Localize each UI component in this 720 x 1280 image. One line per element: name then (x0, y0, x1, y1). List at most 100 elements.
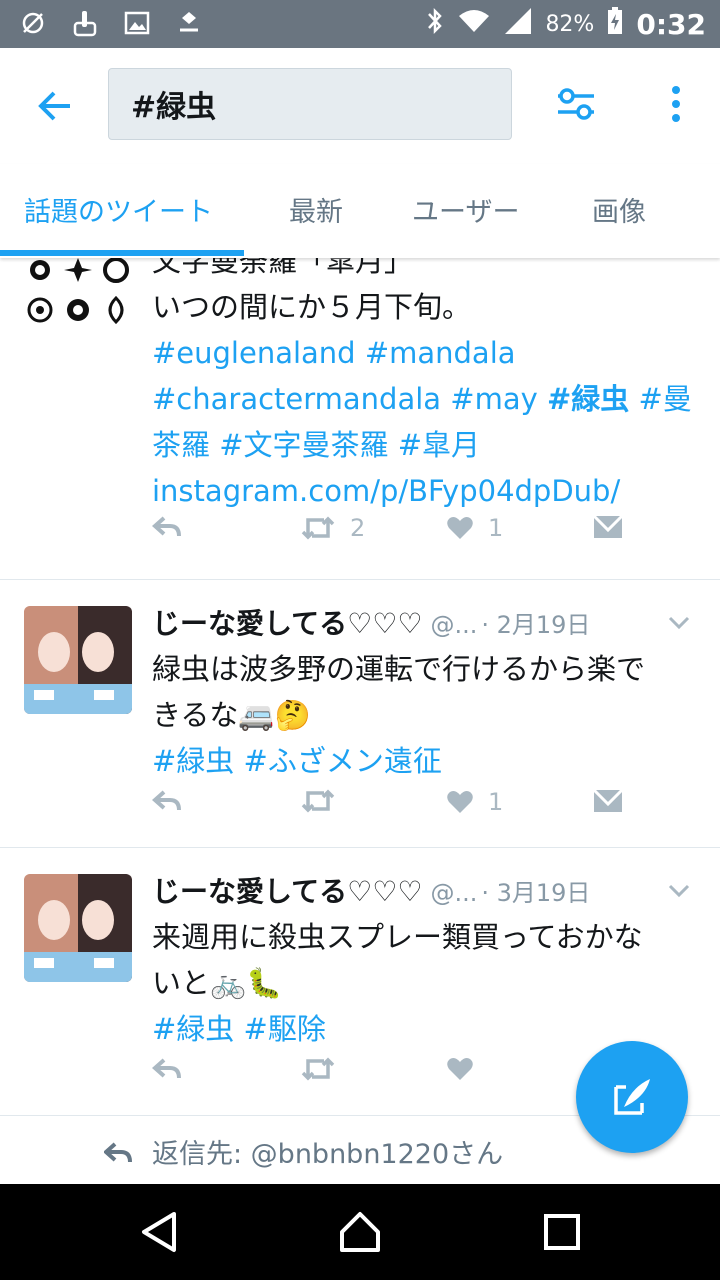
retweet-button[interactable]: 2 (300, 514, 365, 542)
nav-home-button[interactable] (336, 1208, 384, 1256)
direct-message-button[interactable] (592, 514, 624, 540)
hashtag-matched[interactable]: #緑虫 (547, 382, 629, 416)
tab-users[interactable]: ユーザー (412, 190, 519, 229)
hashtag-links[interactable]: #charactermandala #may (152, 382, 547, 416)
arrow-left-icon (38, 91, 70, 121)
retweet-button[interactable] (300, 788, 350, 814)
like-button[interactable]: 1 (446, 514, 503, 542)
reply-icon (152, 516, 181, 537)
tweet[interactable]: 文字曼荼羅「皐月」 いつの間にか５月下旬。 #euglenaland #mand… (0, 258, 720, 580)
like-count: 1 (488, 788, 504, 816)
system-navigation-bar (0, 1184, 720, 1280)
tweet-actions: 1 (152, 788, 632, 828)
hashtag-links[interactable]: 茶羅 #文字曼茶羅 #皐月 (152, 428, 480, 462)
like-button[interactable] (446, 1056, 488, 1082)
tweet-menu-button[interactable] (666, 610, 692, 636)
active-tab-indicator (0, 250, 244, 256)
tweet-body: じーな愛してる♡♡♡ @... · 2月19日 緑虫は波多野の運転で行けるから楽… (152, 602, 698, 784)
reply-button[interactable] (152, 514, 182, 540)
hashtag-links[interactable]: #緑虫 #ふざメン遠征 (152, 744, 442, 778)
user-photo-avatar (24, 874, 132, 982)
author-name[interactable]: じーな愛してる♡♡♡ (152, 870, 422, 910)
retweet-icon (301, 516, 335, 540)
clock: 0:32 (636, 7, 706, 41)
reply-icon (152, 1058, 181, 1079)
tweet-emoji: 🚲🐛 (210, 966, 283, 1000)
tweet-date: · 3月19日 (481, 879, 591, 907)
reply-button[interactable] (152, 1056, 182, 1082)
chevron-down-icon (668, 884, 690, 898)
status-bar: 82% 0:32 (0, 0, 720, 48)
heart-icon (447, 791, 473, 813)
direct-message-button[interactable] (592, 788, 624, 814)
battery-icon (606, 6, 624, 42)
tab-images[interactable]: 画像 (592, 190, 646, 229)
nav-back-button[interactable] (136, 1208, 184, 1256)
tweet-text-line: いと (152, 966, 211, 1000)
reply-button[interactable] (152, 788, 182, 814)
envelope-icon (592, 788, 624, 812)
reply-to-label: 返信先 (152, 1139, 233, 1170)
nav-recents-button[interactable] (538, 1208, 586, 1256)
battery-percent: 82% (545, 11, 595, 37)
tweet-header: じーな愛してる♡♡♡ @... · 2月19日 (152, 602, 698, 642)
envelope-icon (592, 514, 624, 538)
tab-latest[interactable]: 最新 (289, 190, 343, 229)
tweet-date: · 2月19日 (481, 611, 591, 639)
tweet[interactable]: じーな愛してる♡♡♡ @... · 2月19日 緑虫は波多野の運転で行けるから楽… (0, 580, 720, 848)
instagram-link[interactable]: instagram.com/p/BFyp04dpDub/ (152, 474, 620, 508)
missed-call-icon (18, 8, 48, 38)
tab-top-tweets[interactable]: 話題のツイート (24, 190, 213, 229)
author-name[interactable]: じーな愛してる♡♡♡ (152, 602, 422, 642)
tweet-text-line: いつの間にか５月下旬。 (152, 290, 472, 324)
tweet-text: 文字曼荼羅「皐月」 いつの間にか５月下旬。 #euglenaland #mand… (152, 258, 698, 514)
square-recents-icon (544, 1214, 580, 1250)
heart-icon (447, 1058, 473, 1080)
mandala-avatar-icon (27, 258, 129, 325)
image-icon (122, 8, 152, 38)
retweet-icon (301, 1057, 335, 1081)
avatar[interactable] (24, 874, 132, 982)
chevron-down-icon (668, 616, 690, 630)
avatar[interactable] (24, 258, 132, 358)
hashtag-links[interactable]: #緑虫 #駆除 (152, 1012, 326, 1046)
back-button[interactable] (34, 84, 78, 128)
retweet-count: 2 (350, 514, 366, 542)
author-handle[interactable]: @... (430, 611, 477, 639)
hashtag-links[interactable]: #曼 (629, 382, 692, 416)
reply-to-text: 返信先: @bnbnbn1220さん (152, 1132, 503, 1171)
like-button[interactable]: 1 (446, 788, 503, 816)
tweet-text-line: 来週用に殺虫スプレー類買っておかな (152, 920, 643, 954)
status-indicators: 82% 0:32 (425, 6, 706, 42)
sliders-icon (558, 88, 594, 120)
tweet-actions: 2 1 (152, 514, 632, 554)
tweet-text-line: 文字曼荼羅「皐月」 (152, 258, 414, 278)
signal-icon (503, 6, 533, 42)
compose-tweet-button[interactable] (576, 1041, 688, 1153)
author-handle[interactable]: @... (430, 879, 477, 907)
search-header: #緑虫 (0, 48, 720, 164)
heart-icon (447, 517, 473, 539)
hashtag-links[interactable]: #euglenaland #mandala (152, 336, 516, 370)
bluetooth-icon (425, 6, 445, 42)
tweet-menu-button[interactable] (666, 878, 692, 904)
search-input[interactable]: #緑虫 (108, 68, 512, 140)
tweet-header: じーな愛してる♡♡♡ @... · 3月19日 (152, 870, 698, 910)
like-count: 1 (488, 514, 504, 542)
reply-icon (152, 790, 181, 811)
more-options-button[interactable] (664, 82, 688, 126)
triangle-back-icon (142, 1212, 176, 1252)
tweet-body: 文字曼荼羅「皐月」 いつの間にか５月下旬。 #euglenaland #mand… (152, 258, 698, 514)
more-vertical-icon (672, 86, 680, 122)
tweet-text-line: きるな (152, 698, 239, 732)
wifi-icon (457, 6, 491, 42)
reply-icon (104, 1142, 132, 1163)
tweet-body: じーな愛してる♡♡♡ @... · 3月19日 来週用に殺虫スプレー類買っておか… (152, 870, 698, 1052)
compose-feather-icon (614, 1079, 650, 1115)
download-icon (174, 8, 204, 38)
search-filter-button[interactable] (554, 82, 598, 126)
retweet-button[interactable] (300, 1056, 350, 1082)
tweet-emoji: 🚐🤔 (238, 698, 311, 732)
tweet-text: 来週用に殺虫スプレー類買っておかな いと🚲🐛 #緑虫 #駆除 (152, 914, 698, 1052)
avatar[interactable] (24, 606, 132, 714)
